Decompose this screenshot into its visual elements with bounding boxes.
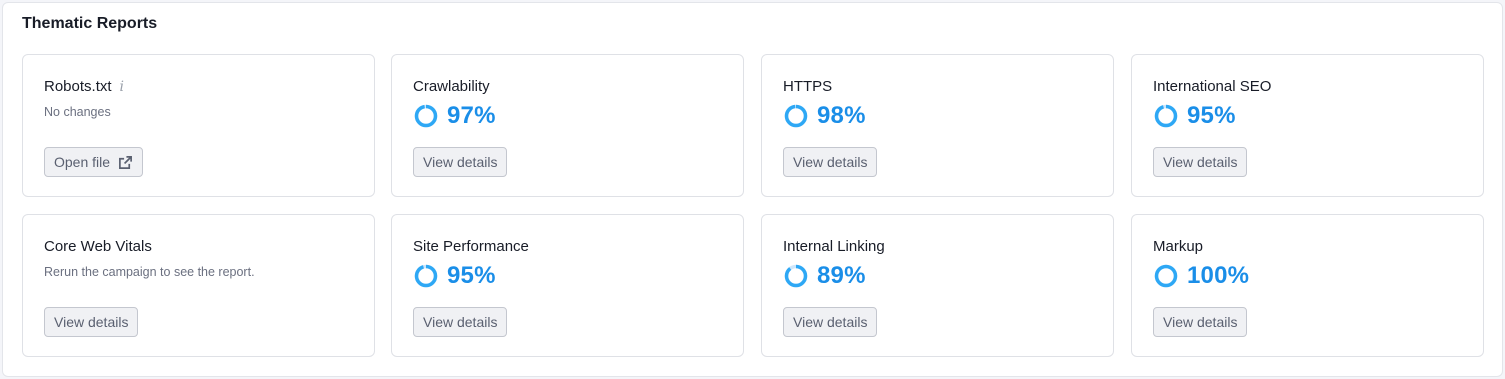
card-title: Robots.txt i [44, 78, 124, 95]
https-percent[interactable]: 98% [817, 102, 866, 130]
progress-ring-icon [1154, 104, 1178, 128]
core-web-vitals-card: Core Web Vitals Rerun the campaign to se… [22, 214, 375, 357]
international-seo-percent[interactable]: 95% [1187, 102, 1236, 130]
progress-ring-fill [1154, 264, 1178, 288]
internal-linking-card: Internal Linking 89% View details [761, 214, 1114, 357]
progress-ring-fill [784, 264, 808, 288]
progress-ring-fill [1154, 104, 1178, 128]
markup-card: Markup 100% View details [1131, 214, 1484, 357]
internal-linking-score: 89% [783, 262, 866, 290]
robots-subtitle: No changes [44, 105, 111, 119]
markup-percent[interactable]: 100% [1187, 262, 1249, 290]
external-link-icon [119, 155, 133, 169]
markup-score: 100% [1153, 262, 1249, 290]
progress-ring-icon [414, 104, 438, 128]
https-view-details-button[interactable]: View details [783, 147, 878, 177]
progress-ring-fill [414, 104, 438, 128]
progress-ring-icon [784, 104, 808, 128]
internal-linking-title: Internal Linking [783, 238, 885, 255]
progress-ring-icon [784, 264, 808, 288]
markup-view-details-button[interactable]: View details [1153, 307, 1248, 337]
internal-linking-view-details-button[interactable]: View details [783, 307, 878, 337]
info-icon[interactable]: i [120, 79, 124, 95]
open-file-button[interactable]: Open file [44, 147, 144, 177]
international-seo-title: International SEO [1153, 78, 1272, 95]
thematic-reports-panel: Thematic Reports Robots.txt i No changes… [2, 2, 1503, 377]
https-card: HTTPS 98% View details [761, 54, 1114, 197]
https-title: HTTPS [783, 78, 833, 95]
site-performance-score: 95% [413, 262, 496, 290]
markup-title: Markup [1153, 238, 1204, 255]
crawlability-card: Crawlability 97% View details [391, 54, 744, 197]
international-seo-view-details-button[interactable]: View details [1153, 147, 1248, 177]
site-performance-card: Site Performance 95% View details [391, 214, 744, 357]
section-title: Thematic Reports [22, 15, 158, 32]
robots-title: Robots.txt [44, 78, 112, 95]
core-web-vitals-view-details-button[interactable]: View details [44, 307, 139, 337]
site-performance-percent[interactable]: 95% [447, 262, 496, 290]
robots-card: Robots.txt i No changes Open file [22, 54, 375, 197]
core-web-vitals-title: Core Web Vitals [44, 238, 152, 255]
international-seo-card: International SEO 95% View details [1131, 54, 1484, 197]
site-performance-view-details-button[interactable]: View details [413, 307, 508, 337]
progress-ring-icon [1154, 264, 1178, 288]
progress-ring-fill [414, 264, 438, 288]
open-file-label: Open file [54, 154, 111, 170]
internal-linking-percent[interactable]: 89% [817, 262, 866, 290]
core-web-vitals-subtitle: Rerun the campaign to see the report. [44, 265, 255, 279]
progress-ring-fill [784, 104, 808, 128]
progress-ring-icon [414, 264, 438, 288]
crawlability-score: 97% [413, 102, 496, 130]
site-performance-title: Site Performance [413, 238, 529, 255]
crawlability-title: Crawlability [413, 78, 490, 95]
crawlability-view-details-button[interactable]: View details [413, 147, 508, 177]
crawlability-percent[interactable]: 97% [447, 102, 496, 130]
https-score: 98% [783, 102, 866, 130]
international-seo-score: 95% [1153, 102, 1236, 130]
